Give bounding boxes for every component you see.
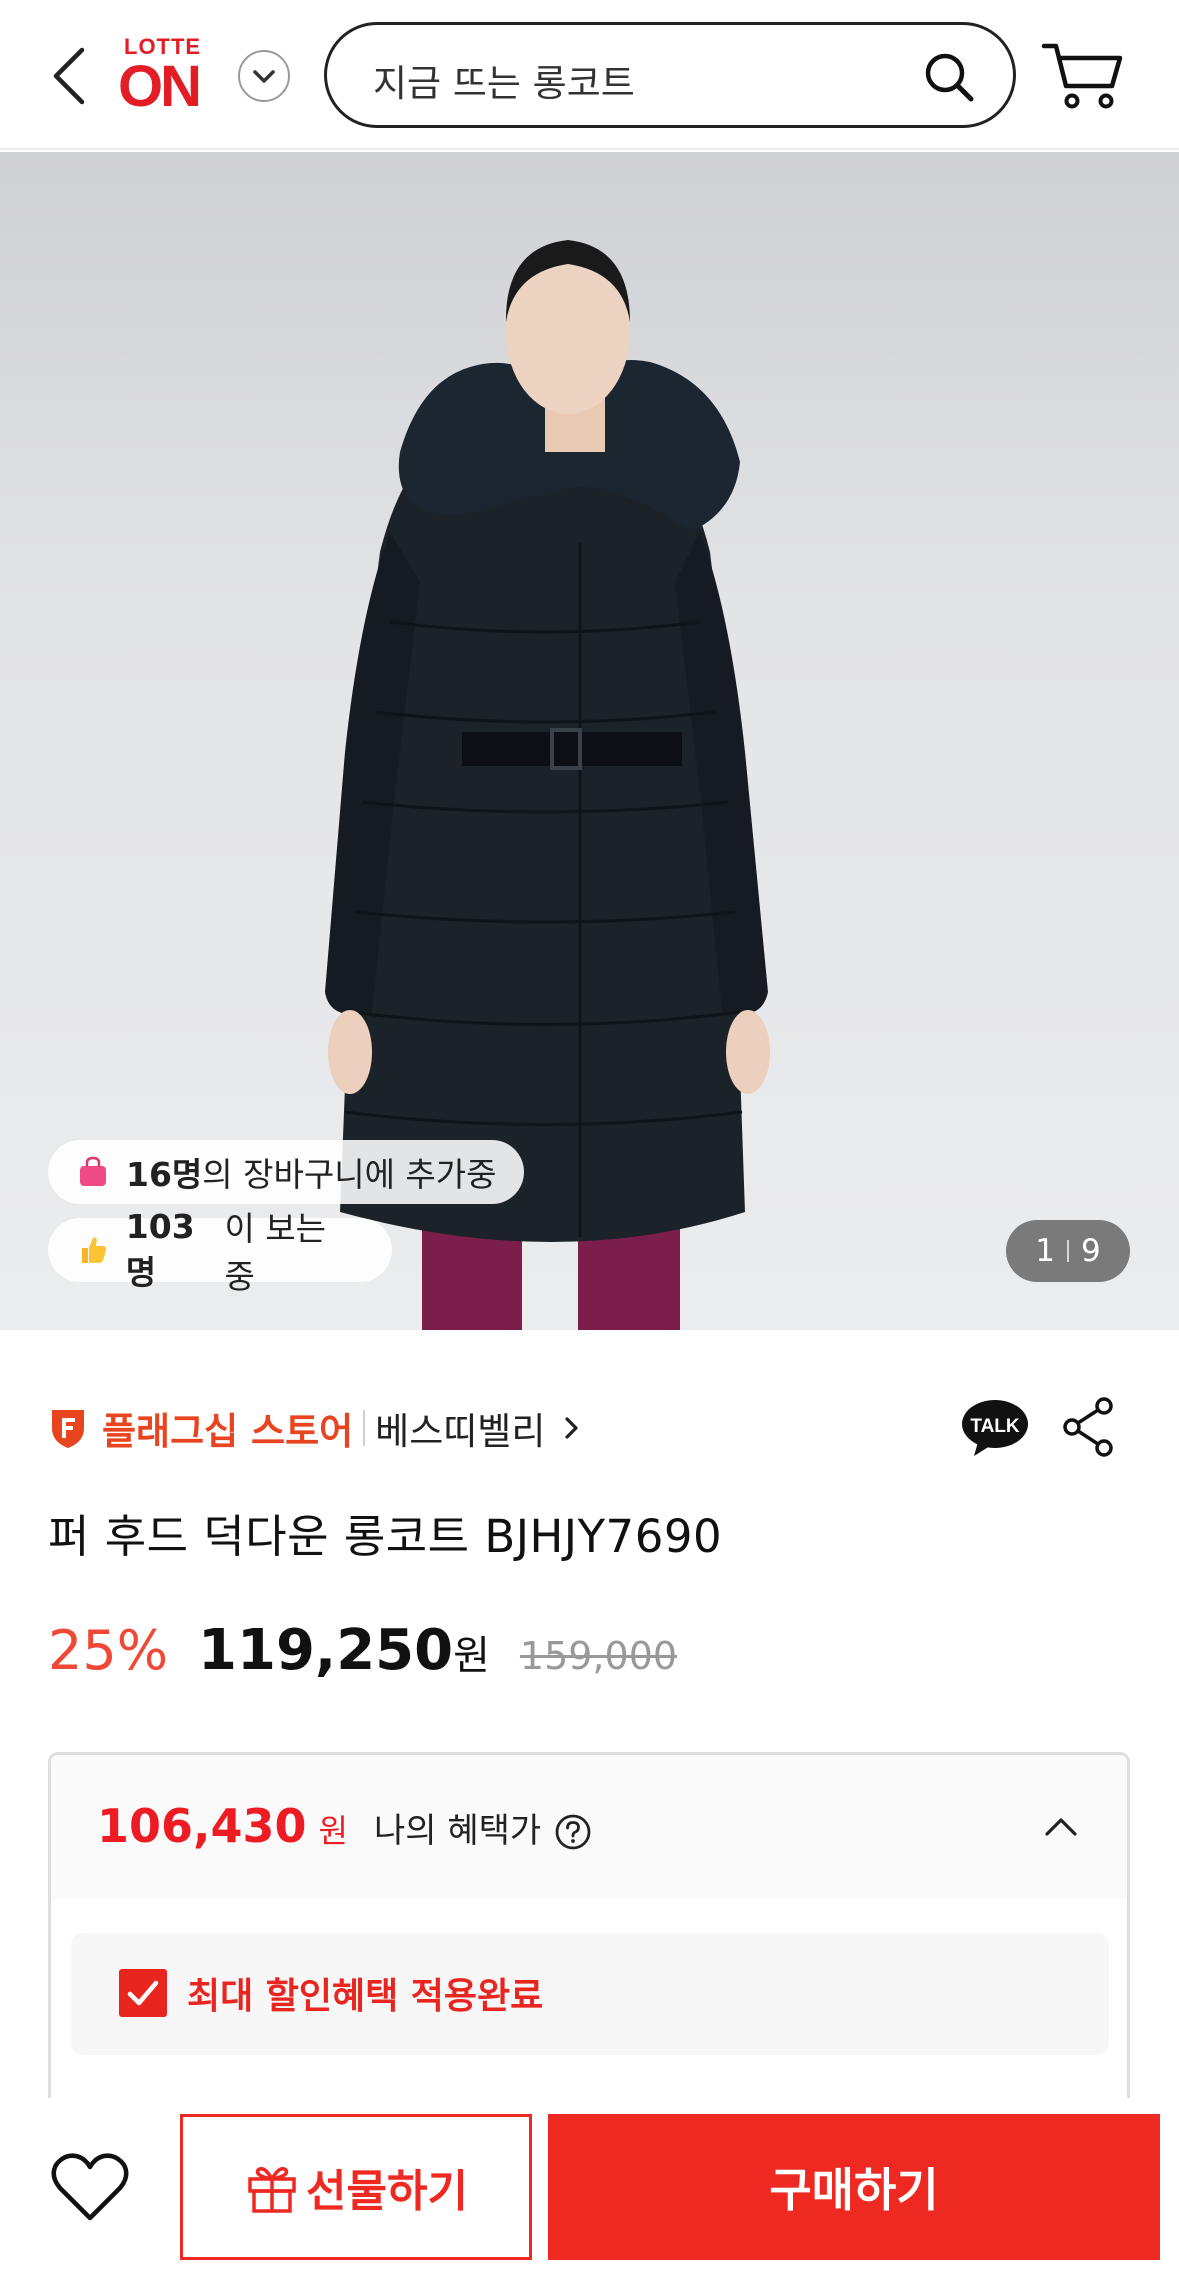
cart-icon — [1041, 43, 1123, 109]
buy-button-label: 구매하기 — [769, 2163, 939, 2217]
share-icon — [1063, 1397, 1113, 1457]
benefit-price: 106,430 원 나의 혜택가 — [97, 1799, 593, 1853]
gift-button[interactable]: 선물하기 — [180, 2114, 532, 2260]
gift-button-label: 선물하기 — [306, 2166, 468, 2217]
cart-button[interactable] — [1040, 38, 1126, 114]
logo-on-text: ON — [118, 54, 202, 119]
store-type-label: 플래그십 스토어 — [102, 1410, 354, 1453]
max-discount-applied-label: 최대 할인혜택 적용완료 — [187, 1976, 544, 2017]
store-divider — [363, 1410, 366, 1446]
viewer-count: 103명 — [125, 1206, 195, 1292]
cart-added-badge: 16명 의 장바구니에 추가중 — [48, 1140, 524, 1204]
checkmark-icon — [127, 1980, 159, 2006]
price-row: 25% 119,250 원 159,000 — [48, 1618, 677, 1698]
chevron-left-icon — [53, 47, 85, 105]
chevron-up-icon[interactable] — [1041, 1807, 1081, 1847]
sale-price: 119,250 — [198, 1618, 454, 1683]
bottom-action-bar: 선물하기 구매하기 — [0, 2098, 1179, 2277]
image-total: 9 — [1081, 1233, 1101, 1269]
top-header: LOTTE ON 지금 뜨는 롱코트 — [0, 0, 1179, 150]
discount-rate: 25% — [48, 1619, 169, 1682]
talk-chat-button[interactable]: TALK — [960, 1396, 1030, 1458]
benefit-header[interactable]: 106,430 원 나의 혜택가 — [51, 1755, 1127, 1899]
original-price: 159,000 — [519, 1634, 678, 1678]
max-discount-applied-box: 최대 할인혜택 적용완료 — [71, 1933, 1109, 2055]
talk-bubble-icon: TALK — [962, 1400, 1028, 1456]
back-button[interactable] — [44, 36, 98, 116]
shopping-bag-icon — [80, 1156, 106, 1186]
flagship-shield-icon — [52, 1410, 84, 1448]
heart-icon — [51, 2153, 129, 2221]
max-discount-checkbox[interactable] — [119, 1969, 167, 2017]
gift-icon — [248, 2166, 296, 2213]
lotte-on-logo[interactable]: LOTTE ON — [118, 34, 218, 119]
help-icon[interactable] — [553, 1812, 593, 1852]
image-index: 1 — [1035, 1233, 1055, 1269]
chevron-down-icon — [253, 70, 275, 83]
product-image-carousel[interactable]: 16명 의 장바구니에 추가중 103명 이 보는 중 1 9 — [0, 152, 1179, 1330]
wishlist-button[interactable] — [48, 2150, 132, 2226]
buy-button[interactable]: 구매하기 — [548, 2114, 1160, 2260]
service-menu-dropdown[interactable] — [238, 50, 290, 102]
benefit-label: 나의 혜택가 — [373, 1811, 542, 1851]
store-link[interactable]: 플래그십 스토어 베스띠벨리 — [48, 1398, 583, 1458]
search-placeholder: 지금 뜨는 롱코트 — [373, 62, 635, 105]
store-name: 베스띠벨리 — [375, 1410, 546, 1453]
viewer-count-label: 이 보는 중 — [224, 1209, 327, 1296]
benefit-currency: 원 — [318, 1812, 348, 1850]
search-input[interactable]: 지금 뜨는 롱코트 — [324, 22, 1016, 128]
cart-count: 16명 — [126, 1155, 203, 1194]
thumbs-up-icon — [81, 1237, 107, 1263]
product-title: 퍼 후드 덕다운 롱코트 BJHJY7690 — [48, 1510, 723, 1563]
indicator-divider — [1067, 1240, 1069, 1262]
image-page-indicator: 1 9 — [1006, 1220, 1130, 1282]
benefit-amount: 106,430 — [97, 1799, 307, 1853]
chevron-right-icon — [565, 1417, 578, 1439]
price-currency: 원 — [453, 1633, 490, 1679]
svg-text:TALK: TALK — [970, 1416, 1020, 1437]
cart-count-label: 의 장바구니에 추가중 — [202, 1155, 497, 1194]
search-icon[interactable] — [921, 49, 977, 105]
viewing-badge: 103명 이 보는 중 — [48, 1207, 392, 1296]
share-button[interactable] — [1062, 1396, 1116, 1458]
